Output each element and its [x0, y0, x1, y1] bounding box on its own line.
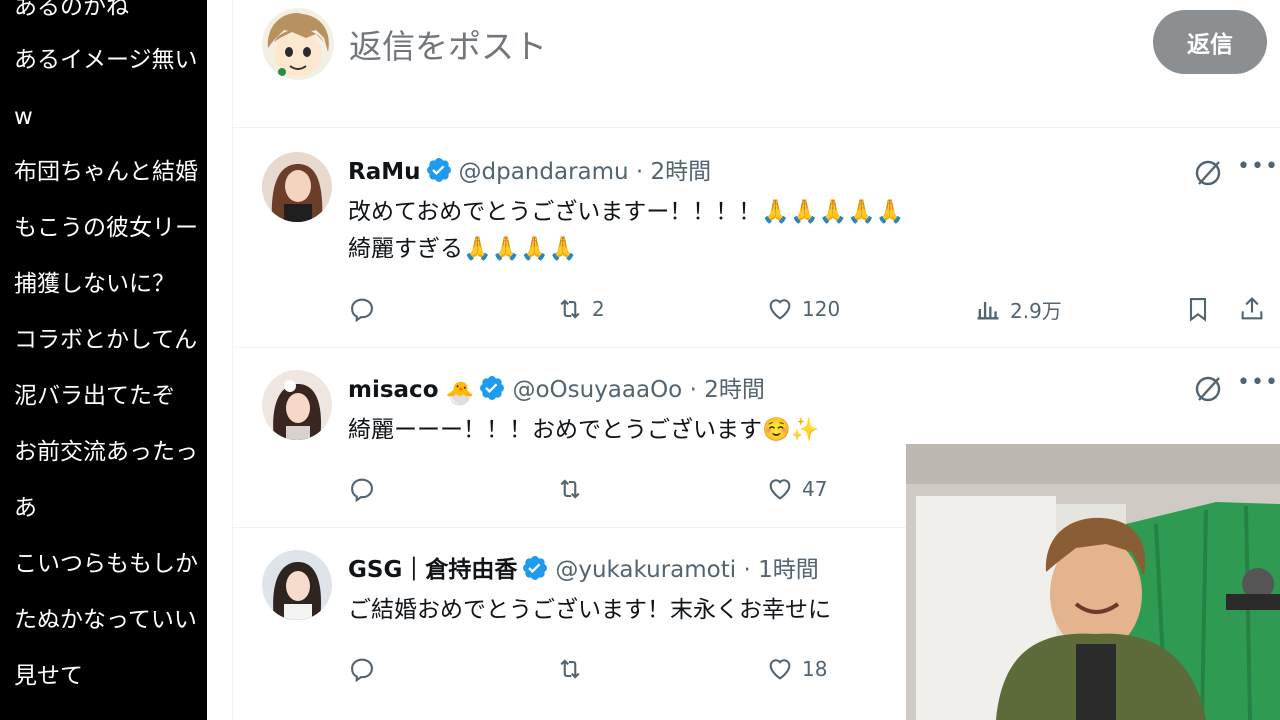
like-action[interactable]: 47 [766, 472, 827, 506]
bookmark-icon [1189, 298, 1207, 322]
author-name[interactable]: GSG｜倉持由香 [348, 557, 517, 583]
comment: こいつらももしか [14, 551, 198, 577]
author-handle[interactable]: @yukakuramoti [555, 557, 736, 583]
reply-icon [351, 298, 373, 323]
comment: w [14, 104, 33, 130]
comment: あるのかね [14, 0, 129, 20]
share-icon [1241, 297, 1263, 320]
reply-input[interactable]: 返信をポスト [349, 20, 547, 68]
share-action[interactable] [1238, 292, 1266, 326]
reply-action[interactable] [348, 472, 376, 506]
retweet-action[interactable] [556, 652, 584, 686]
author-handle[interactable]: @dpandaramu [459, 159, 629, 185]
author-handle[interactable]: @oOsuyaaaOo [512, 377, 682, 403]
comment: コラボとかしてん [14, 327, 198, 353]
retweet-action[interactable]: 2 [556, 292, 605, 326]
tweet-text: 綺麗ーーー！！！おめでとうございます☺️✨ [348, 417, 820, 443]
heart-icon [769, 299, 791, 320]
reply-action[interactable] [348, 292, 376, 326]
tweet-header: GSG｜倉持由香 @yukakuramoti · 1時間 [348, 554, 819, 585]
user-avatar[interactable] [262, 8, 334, 80]
retweet-count: 2 [592, 297, 605, 321]
comment: あるイメージ無い [14, 47, 198, 73]
comment: あ [14, 495, 37, 521]
author-avatar[interactable] [262, 152, 332, 222]
author-name[interactable]: misaco [348, 377, 439, 403]
bookmark-action[interactable] [1184, 292, 1212, 326]
heart-icon [769, 479, 791, 500]
views-icon [977, 302, 999, 320]
reply-icon [351, 658, 373, 683]
like-action[interactable]: 18 [766, 652, 827, 686]
reply-icon [351, 478, 373, 503]
tweet-time[interactable]: 2時間 [651, 159, 712, 185]
author-avatar[interactable] [262, 550, 332, 620]
more-options-icon[interactable]: ••• [1237, 152, 1278, 188]
comment: もこうの彼女リー [14, 215, 198, 241]
webcam-overlay [906, 444, 1280, 720]
tweet-header: misaco 🐣 @oOsuyaaaOo · 2時間 [348, 374, 765, 409]
like-count: 18 [802, 657, 828, 681]
like-count: 120 [802, 297, 841, 321]
comment-stream: あるのかね あるイメージ無い w 布団ちゃんと結婚 もこうの彼女リー 捕獲しない… [0, 0, 207, 720]
reply-button[interactable]: 返信 [1153, 10, 1267, 74]
retweet-action[interactable] [556, 472, 584, 506]
verified-icon [523, 556, 548, 580]
author-name[interactable]: RaMu [348, 159, 421, 185]
comment: お前交流あったっ [14, 439, 198, 465]
retweet-icon [560, 659, 580, 679]
grok-icon[interactable] [1193, 374, 1223, 404]
author-avatar[interactable] [262, 370, 332, 440]
retweet-icon [560, 479, 580, 499]
views-action[interactable]: 2.9万 [974, 292, 1062, 326]
comment: 捕獲しないに？ [14, 271, 175, 297]
tweet-header: RaMu @dpandaramu · 2時間 [348, 156, 711, 187]
comment: 布団ちゃんと結婚 [14, 159, 198, 185]
comment: 泥バラ出てたぞ [14, 383, 175, 409]
verified-icon [480, 376, 505, 400]
reply-action[interactable] [348, 652, 376, 686]
tweet[interactable]: RaMu @dpandaramu · 2時間 ••• 改めておめでとうございますー… [233, 128, 1280, 348]
tweet-time[interactable]: 1時間 [758, 557, 819, 583]
heart-icon [769, 659, 791, 680]
comment: たぬかなっていい [14, 607, 197, 633]
verified-icon [426, 158, 451, 182]
more-options-icon[interactable]: ••• [1237, 368, 1278, 404]
tweet-text: 改めておめでとうございますー！！！！🙏🙏🙏🙏🙏 綺麗すぎる🙏🙏🙏🙏 [348, 199, 905, 262]
retweet-icon [560, 299, 580, 319]
tweet-text: ご結婚おめでとうございます！末永くお幸せに [348, 597, 831, 623]
reply-composer: 返信をポスト 返信 [233, 0, 1280, 128]
like-action[interactable]: 120 [766, 292, 840, 326]
views-count: 2.9万 [1010, 298, 1062, 323]
chick-emoji: 🐣 [445, 381, 475, 407]
tweet-time[interactable]: 2時間 [704, 377, 765, 403]
comment: 見せて [14, 663, 83, 689]
grok-icon[interactable] [1193, 158, 1223, 188]
like-count: 47 [802, 477, 828, 501]
tweet-actions: 2 120 2.9万 [348, 292, 1268, 326]
